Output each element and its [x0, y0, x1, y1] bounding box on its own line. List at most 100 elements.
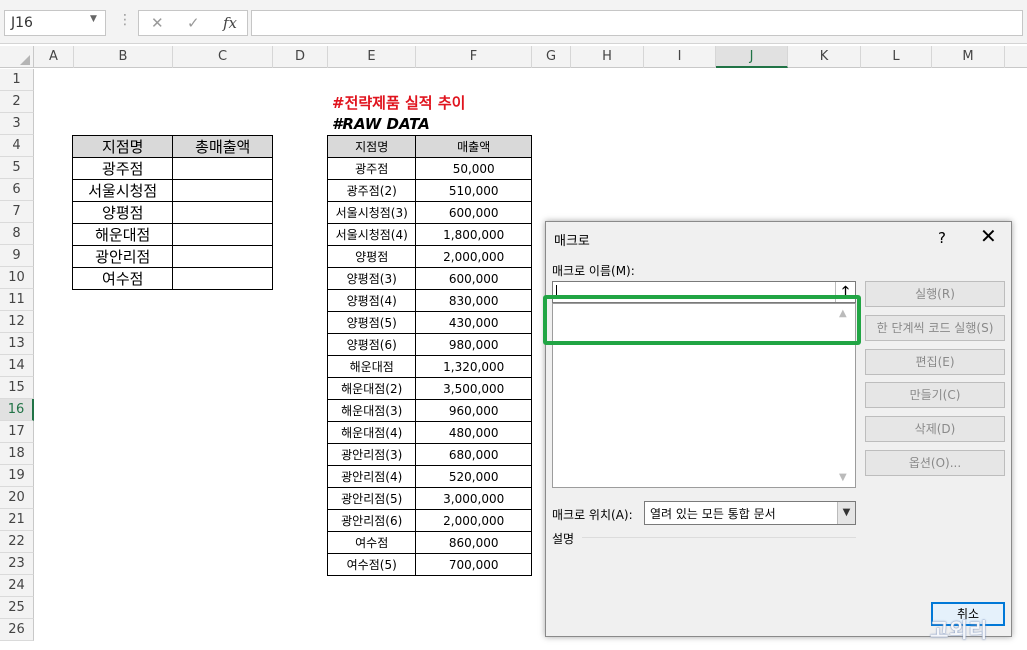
- column-header-g[interactable]: G: [532, 46, 571, 68]
- column-header-i[interactable]: I: [644, 46, 716, 68]
- branch-cell[interactable]: 여수점: [326, 531, 417, 554]
- branch-cell[interactable]: 광안리점: [71, 245, 174, 268]
- row-header-23[interactable]: 23: [0, 553, 34, 575]
- options-button[interactable]: 옵션(O)...: [865, 450, 1005, 476]
- header-total-sales[interactable]: 총매출액: [172, 135, 273, 158]
- row-header-8[interactable]: 8: [0, 223, 34, 245]
- row-header-2[interactable]: 2: [0, 91, 34, 113]
- total-sales-cell[interactable]: [172, 179, 273, 202]
- row-header-25[interactable]: 25: [0, 597, 34, 619]
- branch-cell[interactable]: 서울시청점(3): [326, 201, 417, 224]
- sales-cell[interactable]: 430,000: [415, 311, 532, 334]
- branch-cell[interactable]: 광안리점(4): [326, 465, 417, 488]
- column-header-j[interactable]: J: [716, 46, 788, 68]
- row-header-14[interactable]: 14: [0, 355, 34, 377]
- delete-button[interactable]: 삭제(D): [865, 416, 1005, 442]
- row-header-20[interactable]: 20: [0, 487, 34, 509]
- row-header-12[interactable]: 12: [0, 311, 34, 333]
- branch-cell[interactable]: 광안리점(3): [326, 443, 417, 466]
- row-header-18[interactable]: 18: [0, 443, 34, 465]
- column-header-d[interactable]: D: [273, 46, 328, 68]
- row-header-22[interactable]: 22: [0, 531, 34, 553]
- run-button[interactable]: 실행(R): [865, 281, 1005, 307]
- column-header-f[interactable]: F: [416, 46, 532, 68]
- row-header-19[interactable]: 19: [0, 465, 34, 487]
- branch-cell[interactable]: 해운대점: [326, 355, 417, 378]
- branch-cell[interactable]: 해운대점: [71, 223, 174, 246]
- branch-cell[interactable]: 해운대점(2): [326, 377, 417, 400]
- branch-cell[interactable]: 양평점(5): [326, 311, 417, 334]
- branch-cell[interactable]: 광주점: [326, 157, 417, 180]
- row-header-16[interactable]: 16: [0, 399, 34, 421]
- row-header-24[interactable]: 24: [0, 575, 34, 597]
- total-sales-cell[interactable]: [172, 245, 273, 268]
- branch-cell[interactable]: 광안리점(5): [326, 487, 417, 510]
- column-header-k[interactable]: K: [788, 46, 861, 68]
- column-header-m[interactable]: M: [932, 46, 1005, 68]
- create-button[interactable]: 만들기(C): [865, 382, 1005, 408]
- sales-cell[interactable]: 860,000: [415, 531, 532, 554]
- branch-cell[interactable]: 광주점: [71, 157, 174, 180]
- branch-cell[interactable]: 양평점(4): [326, 289, 417, 312]
- formula-input[interactable]: [251, 10, 1023, 36]
- sales-cell[interactable]: 600,000: [415, 201, 532, 224]
- branch-cell[interactable]: 여수점(5): [326, 553, 417, 576]
- branch-cell[interactable]: 광주점(2): [326, 179, 417, 202]
- total-sales-cell[interactable]: [172, 201, 273, 224]
- enter-icon[interactable]: ✓: [187, 14, 200, 32]
- row-header-17[interactable]: 17: [0, 421, 34, 443]
- sales-cell[interactable]: 1,320,000: [415, 355, 532, 378]
- help-icon[interactable]: ?: [938, 229, 946, 247]
- row-header-5[interactable]: 5: [0, 157, 34, 179]
- step-into-button[interactable]: 한 단계씩 코드 실행(S): [865, 315, 1005, 341]
- header-branch[interactable]: 지점명: [326, 135, 417, 158]
- total-sales-cell[interactable]: [172, 267, 273, 290]
- row-header-13[interactable]: 13: [0, 333, 34, 355]
- column-header-b[interactable]: B: [74, 46, 173, 68]
- column-header-e[interactable]: E: [328, 46, 416, 68]
- branch-cell[interactable]: 양평점(6): [326, 333, 417, 356]
- row-header-21[interactable]: 21: [0, 509, 34, 531]
- total-sales-cell[interactable]: [172, 223, 273, 246]
- sales-cell[interactable]: 2,000,000: [415, 509, 532, 532]
- branch-cell[interactable]: 서울시청점(4): [326, 223, 417, 246]
- macro-location-select[interactable]: 열려 있는 모든 통합 문서: [644, 501, 856, 525]
- sales-cell[interactable]: 960,000: [415, 399, 532, 422]
- column-header-c[interactable]: C: [173, 46, 273, 68]
- row-header-6[interactable]: 6: [0, 179, 34, 201]
- branch-cell[interactable]: 여수점: [71, 267, 174, 290]
- edit-button[interactable]: 편집(E): [865, 349, 1005, 375]
- branch-cell[interactable]: 광안리점(6): [326, 509, 417, 532]
- branch-cell[interactable]: 양평점: [326, 245, 417, 268]
- sales-cell[interactable]: 3,500,000: [415, 377, 532, 400]
- header-branch[interactable]: 지점명: [71, 135, 174, 158]
- row-header-10[interactable]: 10: [0, 267, 34, 289]
- close-icon[interactable]: ✕: [980, 224, 997, 248]
- sales-cell[interactable]: 480,000: [415, 421, 532, 444]
- row-header-4[interactable]: 4: [0, 135, 34, 157]
- column-header-h[interactable]: H: [571, 46, 644, 68]
- sales-cell[interactable]: 830,000: [415, 289, 532, 312]
- branch-cell[interactable]: 서울시청점: [71, 179, 174, 202]
- sales-cell[interactable]: 700,000: [415, 553, 532, 576]
- insert-function-icon[interactable]: fx: [223, 14, 237, 32]
- branch-cell[interactable]: 해운대점(4): [326, 421, 417, 444]
- sales-cell[interactable]: 600,000: [415, 267, 532, 290]
- sales-cell[interactable]: 1,800,000: [415, 223, 532, 246]
- header-sales[interactable]: 매출액: [415, 135, 532, 158]
- branch-cell[interactable]: 양평점(3): [326, 267, 417, 290]
- scroll-down-icon[interactable]: ▼: [839, 472, 847, 483]
- row-header-15[interactable]: 15: [0, 377, 34, 399]
- sales-cell[interactable]: 2,000,000: [415, 245, 532, 268]
- column-header-a[interactable]: A: [34, 46, 74, 68]
- row-header-11[interactable]: 11: [0, 289, 34, 311]
- branch-cell[interactable]: 양평점: [71, 201, 174, 224]
- column-header-l[interactable]: L: [861, 46, 932, 68]
- sales-cell[interactable]: 680,000: [415, 443, 532, 466]
- sales-cell[interactable]: 520,000: [415, 465, 532, 488]
- sales-cell[interactable]: 510,000: [415, 179, 532, 202]
- row-header-7[interactable]: 7: [0, 201, 34, 223]
- sales-cell[interactable]: 50,000: [415, 157, 532, 180]
- branch-cell[interactable]: 해운대점(3): [326, 399, 417, 422]
- row-header-9[interactable]: 9: [0, 245, 34, 267]
